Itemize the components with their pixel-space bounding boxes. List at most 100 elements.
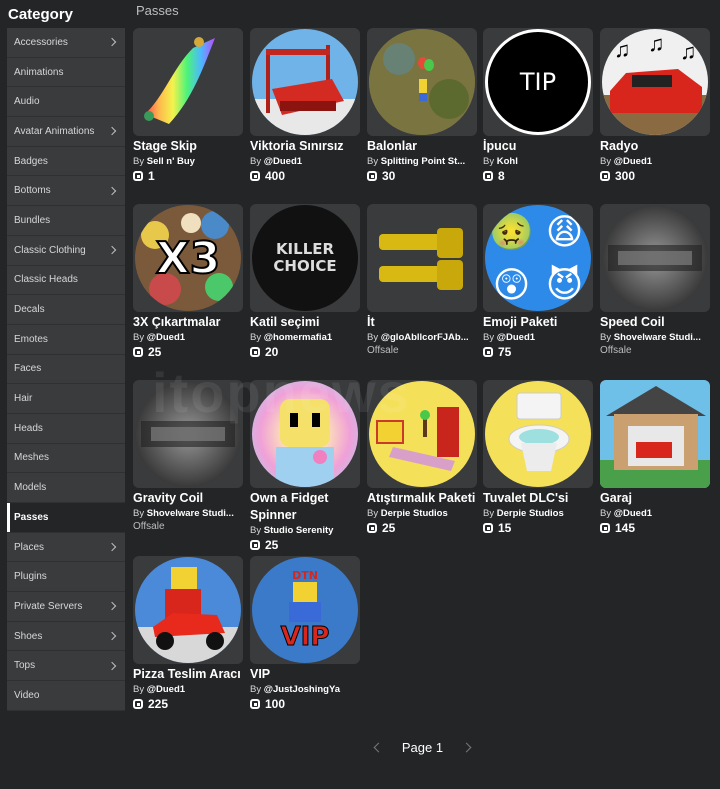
sidebar-item-heads[interactable]: Heads [7, 414, 125, 444]
sidebar-item-models[interactable]: Models [7, 473, 125, 503]
item-card[interactable]: TIP İpucu By Kohl 8 [483, 28, 593, 183]
creator-link[interactable]: Kohl [497, 156, 518, 167]
by-prefix: By [133, 332, 145, 343]
sidebar-item-classic-heads[interactable]: Classic Heads [7, 266, 125, 296]
item-name[interactable]: Radyo [600, 138, 710, 155]
item-card[interactable]: Own a Fidget Spinner By Studio Serenity 25 [250, 380, 360, 552]
sidebar-item-tops[interactable]: Tops [7, 651, 125, 682]
item-name[interactable]: Balonlar [367, 138, 477, 155]
item-thumbnail[interactable] [367, 28, 477, 136]
item-name[interactable]: Own a Fidget Spinner [250, 490, 360, 524]
item-card[interactable]: Pizza Teslim Aracı By @Dued1 225 [133, 556, 243, 711]
sidebar-item-plugins[interactable]: Plugins [7, 562, 125, 593]
item-thumbnail[interactable]: KILLER CHOICE [250, 204, 360, 312]
item-name[interactable]: Viktoria Sınırsız [250, 138, 360, 155]
next-page-icon[interactable] [461, 742, 472, 753]
creator-link[interactable]: @Dued1 [614, 508, 652, 519]
item-card[interactable]: Gravity Coil By Shovelware Studi... Offsal… [133, 380, 243, 532]
creator-link[interactable]: @Dued1 [147, 684, 185, 695]
item-card[interactable]: Tuvalet DLC'si By Derpie Studios 15 [483, 380, 593, 535]
item-name[interactable]: Katil seçimi [250, 314, 360, 331]
item-thumbnail[interactable] [133, 28, 243, 136]
sidebar-item-accessories[interactable]: Accessories [7, 28, 125, 58]
item-card[interactable]: 🤢 😩 😲 😈 Emoji Paketi By @Dued1 75 [483, 204, 593, 359]
sidebar-item-places[interactable]: Places [7, 533, 125, 563]
sidebar-item-classic-clothing[interactable]: Classic Clothing [7, 236, 125, 266]
item-name[interactable]: 3X Çıkartmalar [133, 314, 243, 331]
item-name[interactable]: İpucu [483, 138, 593, 155]
sidebar-item-emotes[interactable]: Emotes [7, 325, 125, 355]
creator-link[interactable]: @Dued1 [497, 332, 535, 343]
item-name[interactable]: Speed Coil [600, 314, 710, 331]
creator-link[interactable]: Studio Serenity [264, 525, 334, 536]
item-thumbnail[interactable] [367, 380, 477, 488]
item-name[interactable]: VIP [250, 666, 360, 683]
creator-link[interactable]: @homermafia1 [264, 332, 332, 343]
item-thumbnail[interactable] [600, 204, 710, 312]
sidebar-item-shoes[interactable]: Shoes [7, 622, 125, 652]
item-card[interactable]: ♫ ♫ ♫ Radyo By @Dued1 300 [600, 28, 710, 183]
sidebar-item-hair[interactable]: Hair [7, 384, 125, 414]
item-name[interactable]: İt [367, 314, 477, 331]
item-card[interactable]: Viktoria Sınırsız By @Dued1 400 [250, 28, 360, 183]
creator-link[interactable]: Derpie Studios [497, 508, 564, 519]
item-thumbnail[interactable] [133, 380, 243, 488]
sidebar-item-passes[interactable]: Passes [7, 503, 125, 533]
by-prefix: By [483, 508, 495, 519]
item-thumbnail[interactable] [483, 380, 593, 488]
item-thumbnail[interactable] [250, 28, 360, 136]
sidebar-item-bundles[interactable]: Bundles [7, 206, 125, 236]
sidebar-item-faces[interactable]: Faces [7, 355, 125, 385]
item-name[interactable]: Tuvalet DLC'si [483, 490, 593, 507]
sidebar-item-badges[interactable]: Badges [7, 147, 125, 177]
item-price: 20 [250, 345, 360, 359]
item-name[interactable]: Gravity Coil [133, 490, 243, 507]
creator-link[interactable]: Shovelware Studi... [614, 332, 701, 343]
item-thumbnail[interactable] [250, 380, 360, 488]
item-name[interactable]: Stage Skip [133, 138, 243, 155]
creator-link[interactable]: Sell n' Buy [147, 156, 195, 167]
item-thumbnail[interactable] [133, 556, 243, 664]
creator-link[interactable]: @Dued1 [147, 332, 185, 343]
item-thumbnail[interactable] [367, 204, 477, 312]
item-card[interactable]: Balonlar By Splitting Point St... 30 [367, 28, 477, 183]
item-thumbnail[interactable]: X3 [133, 204, 243, 312]
item-thumbnail[interactable]: DTN VIP [250, 556, 360, 664]
item-name[interactable]: Garaj [600, 490, 710, 507]
item-name[interactable]: Pizza Teslim Aracı [133, 666, 243, 683]
item-card[interactable]: Speed Coil By Shovelware Studi... Offsale [600, 204, 710, 356]
sidebar-item-avatar-animations[interactable]: Avatar Animations [7, 117, 125, 147]
item-card[interactable]: X3 3X Çıkartmalar By @Dued1 25 [133, 204, 243, 359]
item-name[interactable]: Emoji Paketi [483, 314, 593, 331]
item-thumbnail[interactable]: TIP [483, 28, 593, 136]
item-card[interactable]: Stage Skip By Sell n' Buy 1 [133, 28, 243, 183]
creator-link[interactable]: Splitting Point St... [381, 156, 465, 167]
item-price: 225 [133, 697, 243, 711]
creator-link[interactable]: @Dued1 [614, 156, 652, 167]
item-card[interactable]: İt By @gloAbllcorFJAb... Offsale [367, 204, 477, 356]
creator-link[interactable]: @Dued1 [264, 156, 302, 167]
item-card[interactable]: KILLER CHOICE Katil seçimi By @homermafia1… [250, 204, 360, 359]
item-price: 25 [133, 345, 243, 359]
sidebar-item-animations[interactable]: Animations [7, 58, 125, 88]
creator-link[interactable]: Shovelware Studi... [147, 508, 234, 519]
creator-link[interactable]: @gloAbllcorFJAb... [381, 332, 469, 343]
sidebar-item-meshes[interactable]: Meshes [7, 444, 125, 474]
item-thumbnail[interactable] [600, 380, 710, 488]
item-name[interactable]: Atıştırmalık Paketi [367, 490, 477, 507]
sidebar-item-video[interactable]: Video [7, 681, 125, 711]
creator-link[interactable]: Derpie Studios [381, 508, 448, 519]
creator-link[interactable]: @JustJoshingYa [264, 684, 340, 695]
price-value: 15 [498, 521, 512, 535]
item-card[interactable]: DTN VIP VIP By @JustJoshingYa 100 [250, 556, 360, 711]
sidebar-item-private-servers[interactable]: Private Servers [7, 592, 125, 622]
prev-page-icon[interactable] [373, 742, 384, 753]
item-thumbnail[interactable]: 🤢 😩 😲 😈 [483, 204, 593, 312]
sidebar-item-bottoms[interactable]: Bottoms [7, 176, 125, 207]
sidebar-item-decals[interactable]: Decals [7, 295, 125, 325]
sidebar-item-audio[interactable]: Audio [7, 87, 125, 118]
item-thumbnail[interactable]: ♫ ♫ ♫ [600, 28, 710, 136]
item-card[interactable]: Atıştırmalık Paketi By Derpie Studios 25 [367, 380, 477, 535]
item-card[interactable]: Garaj By @Dued1 145 [600, 380, 710, 535]
chevron-right-icon [107, 38, 117, 47]
